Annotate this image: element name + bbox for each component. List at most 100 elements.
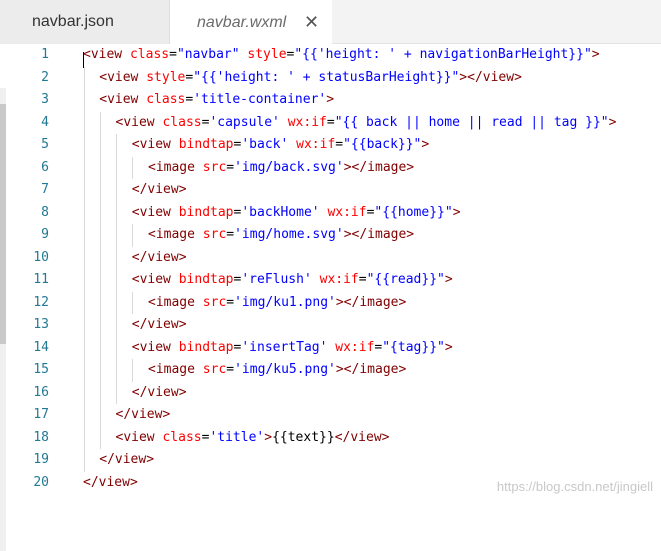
code-token: {{text}} — [272, 429, 335, 445]
indent-guide — [99, 291, 101, 314]
indent-guide — [99, 359, 101, 382]
code-token: wx:if — [327, 204, 367, 220]
code-token: <view — [99, 92, 147, 107]
code-token: "{{back}}" — [343, 137, 422, 152]
indent-guide — [83, 449, 85, 472]
code-token: = — [169, 47, 177, 62]
code-token: <view — [115, 114, 163, 130]
code-text: <view class='capsule' wx:if="{{ back || … — [116, 112, 617, 134]
code-token: > — [591, 47, 600, 62]
text-cursor — [83, 52, 84, 68]
tab-bar: navbar.json navbar.wxml ✕ — [0, 0, 661, 45]
indent-guide — [83, 404, 85, 427]
indent-guide — [83, 336, 85, 359]
line-number: 12 — [33, 294, 49, 310]
code-text: <view style="{{'height: ' + statusBarHei… — [99, 67, 522, 89]
indent-guide — [99, 134, 101, 157]
code-token: 'img/ku5.png' — [234, 362, 336, 377]
code-line: 1 <view class="navbar" style="{{'height: … — [0, 44, 661, 66]
code-line: 9 <image src='img/home.svg'></image> — [0, 224, 661, 247]
line-number: 19 — [33, 452, 49, 467]
tab-label: navbar.wxml — [197, 13, 287, 31]
code-text: <image src='img/home.svg'></image> — [148, 224, 414, 246]
code-token: </view> — [334, 429, 390, 445]
code-line: 12 <image src='img/ku1.png'></image> — [0, 291, 661, 314]
code-token: > — [452, 204, 461, 220]
code-token: wx:if — [335, 339, 375, 355]
indent-guide — [83, 314, 85, 337]
code-token: </view> — [115, 407, 171, 422]
code-text: </view> — [132, 247, 187, 269]
indent-guide — [83, 66, 85, 89]
code-text: </view> — [132, 179, 187, 201]
indent-guide — [99, 179, 101, 202]
code-token: > — [608, 114, 617, 130]
code-token: = — [358, 272, 367, 287]
code-token: </view> — [131, 182, 187, 197]
code-line: 10 </view> — [0, 246, 661, 269]
code-text: </view> — [132, 382, 187, 404]
code-token: src — [202, 294, 227, 310]
code-token: = — [185, 92, 194, 107]
line-number: 5 — [41, 137, 49, 152]
code-token: <view — [131, 339, 179, 355]
line-number: 11 — [33, 272, 49, 287]
indent-guide — [116, 179, 117, 202]
code-token: 'img/ku1.png' — [234, 294, 336, 310]
code-token: > — [421, 137, 430, 152]
code-token: bindtap — [178, 339, 234, 355]
code-token: src — [202, 362, 227, 377]
indent-guide — [83, 179, 85, 202]
code-token: bindtap — [178, 137, 234, 152]
line-number: 6 — [41, 159, 49, 175]
indent-guide — [116, 156, 117, 179]
code-token: 'capsule' — [209, 114, 280, 130]
indent-guide — [132, 224, 134, 247]
code-token: "{tag}}" — [382, 339, 445, 355]
code-token: = — [226, 227, 235, 242]
tab-navbar-wxml[interactable]: navbar.wxml ✕ — [170, 0, 332, 45]
code-token: 'img/back.svg' — [234, 159, 344, 175]
tab-navbar-json[interactable]: navbar.json — [0, 0, 170, 44]
close-icon[interactable]: ✕ — [304, 12, 319, 33]
code-token: <view — [99, 69, 147, 85]
code-token: = — [326, 114, 335, 130]
indent-guide — [83, 201, 85, 224]
code-token: "{{ back || home || read || tag }}" — [334, 114, 609, 130]
line-number: 17 — [33, 407, 49, 422]
code-text: <image src='img/back.svg'></image> — [148, 157, 414, 179]
indent-guide — [83, 359, 85, 382]
code-token: class — [146, 92, 186, 107]
code-token: <view — [115, 429, 163, 445]
indent-guide — [83, 134, 85, 157]
code-line: 18 <view class='title'>{{text}}</view> — [0, 426, 661, 449]
code-token: <image — [148, 294, 203, 310]
code-token: class — [129, 47, 170, 62]
code-token: ></image> — [343, 227, 415, 242]
code-token: <view — [131, 272, 179, 287]
code-token: "{{read}}" — [366, 272, 445, 287]
code-line: 3 <view class='title-container'> — [0, 89, 661, 112]
code-token: wx:if — [319, 272, 359, 287]
indent-guide — [116, 246, 117, 269]
indent-guide — [99, 314, 101, 337]
line-number: 1 — [41, 47, 49, 62]
code-line: 5 <view bindtap='back' wx:if="{{back}}"> — [0, 134, 661, 157]
watermark: https://blog.csdn.net/jingiell — [496, 479, 653, 494]
code-token: ></image> — [335, 362, 407, 377]
code-token: 'insertTag' — [241, 339, 328, 355]
code-token: > — [264, 429, 273, 445]
indent-guide — [116, 269, 117, 292]
code-token: = — [185, 69, 194, 85]
line-number: 4 — [41, 114, 49, 130]
code-line: 15 <image src='img/ku5.png'></image> — [0, 359, 661, 382]
indent-guide — [99, 381, 101, 404]
code-text: <view class="navbar" style="{{'height: '… — [83, 44, 600, 66]
indent-guide — [83, 89, 85, 112]
line-number: 7 — [41, 182, 49, 197]
code-text: </view> — [132, 314, 187, 336]
code-editor[interactable]: 1 <view class="navbar" style="{{'height: … — [0, 44, 661, 551]
code-token: class — [162, 114, 202, 130]
code-text: <view bindtap='back' wx:if="{{back}}"> — [132, 134, 429, 156]
